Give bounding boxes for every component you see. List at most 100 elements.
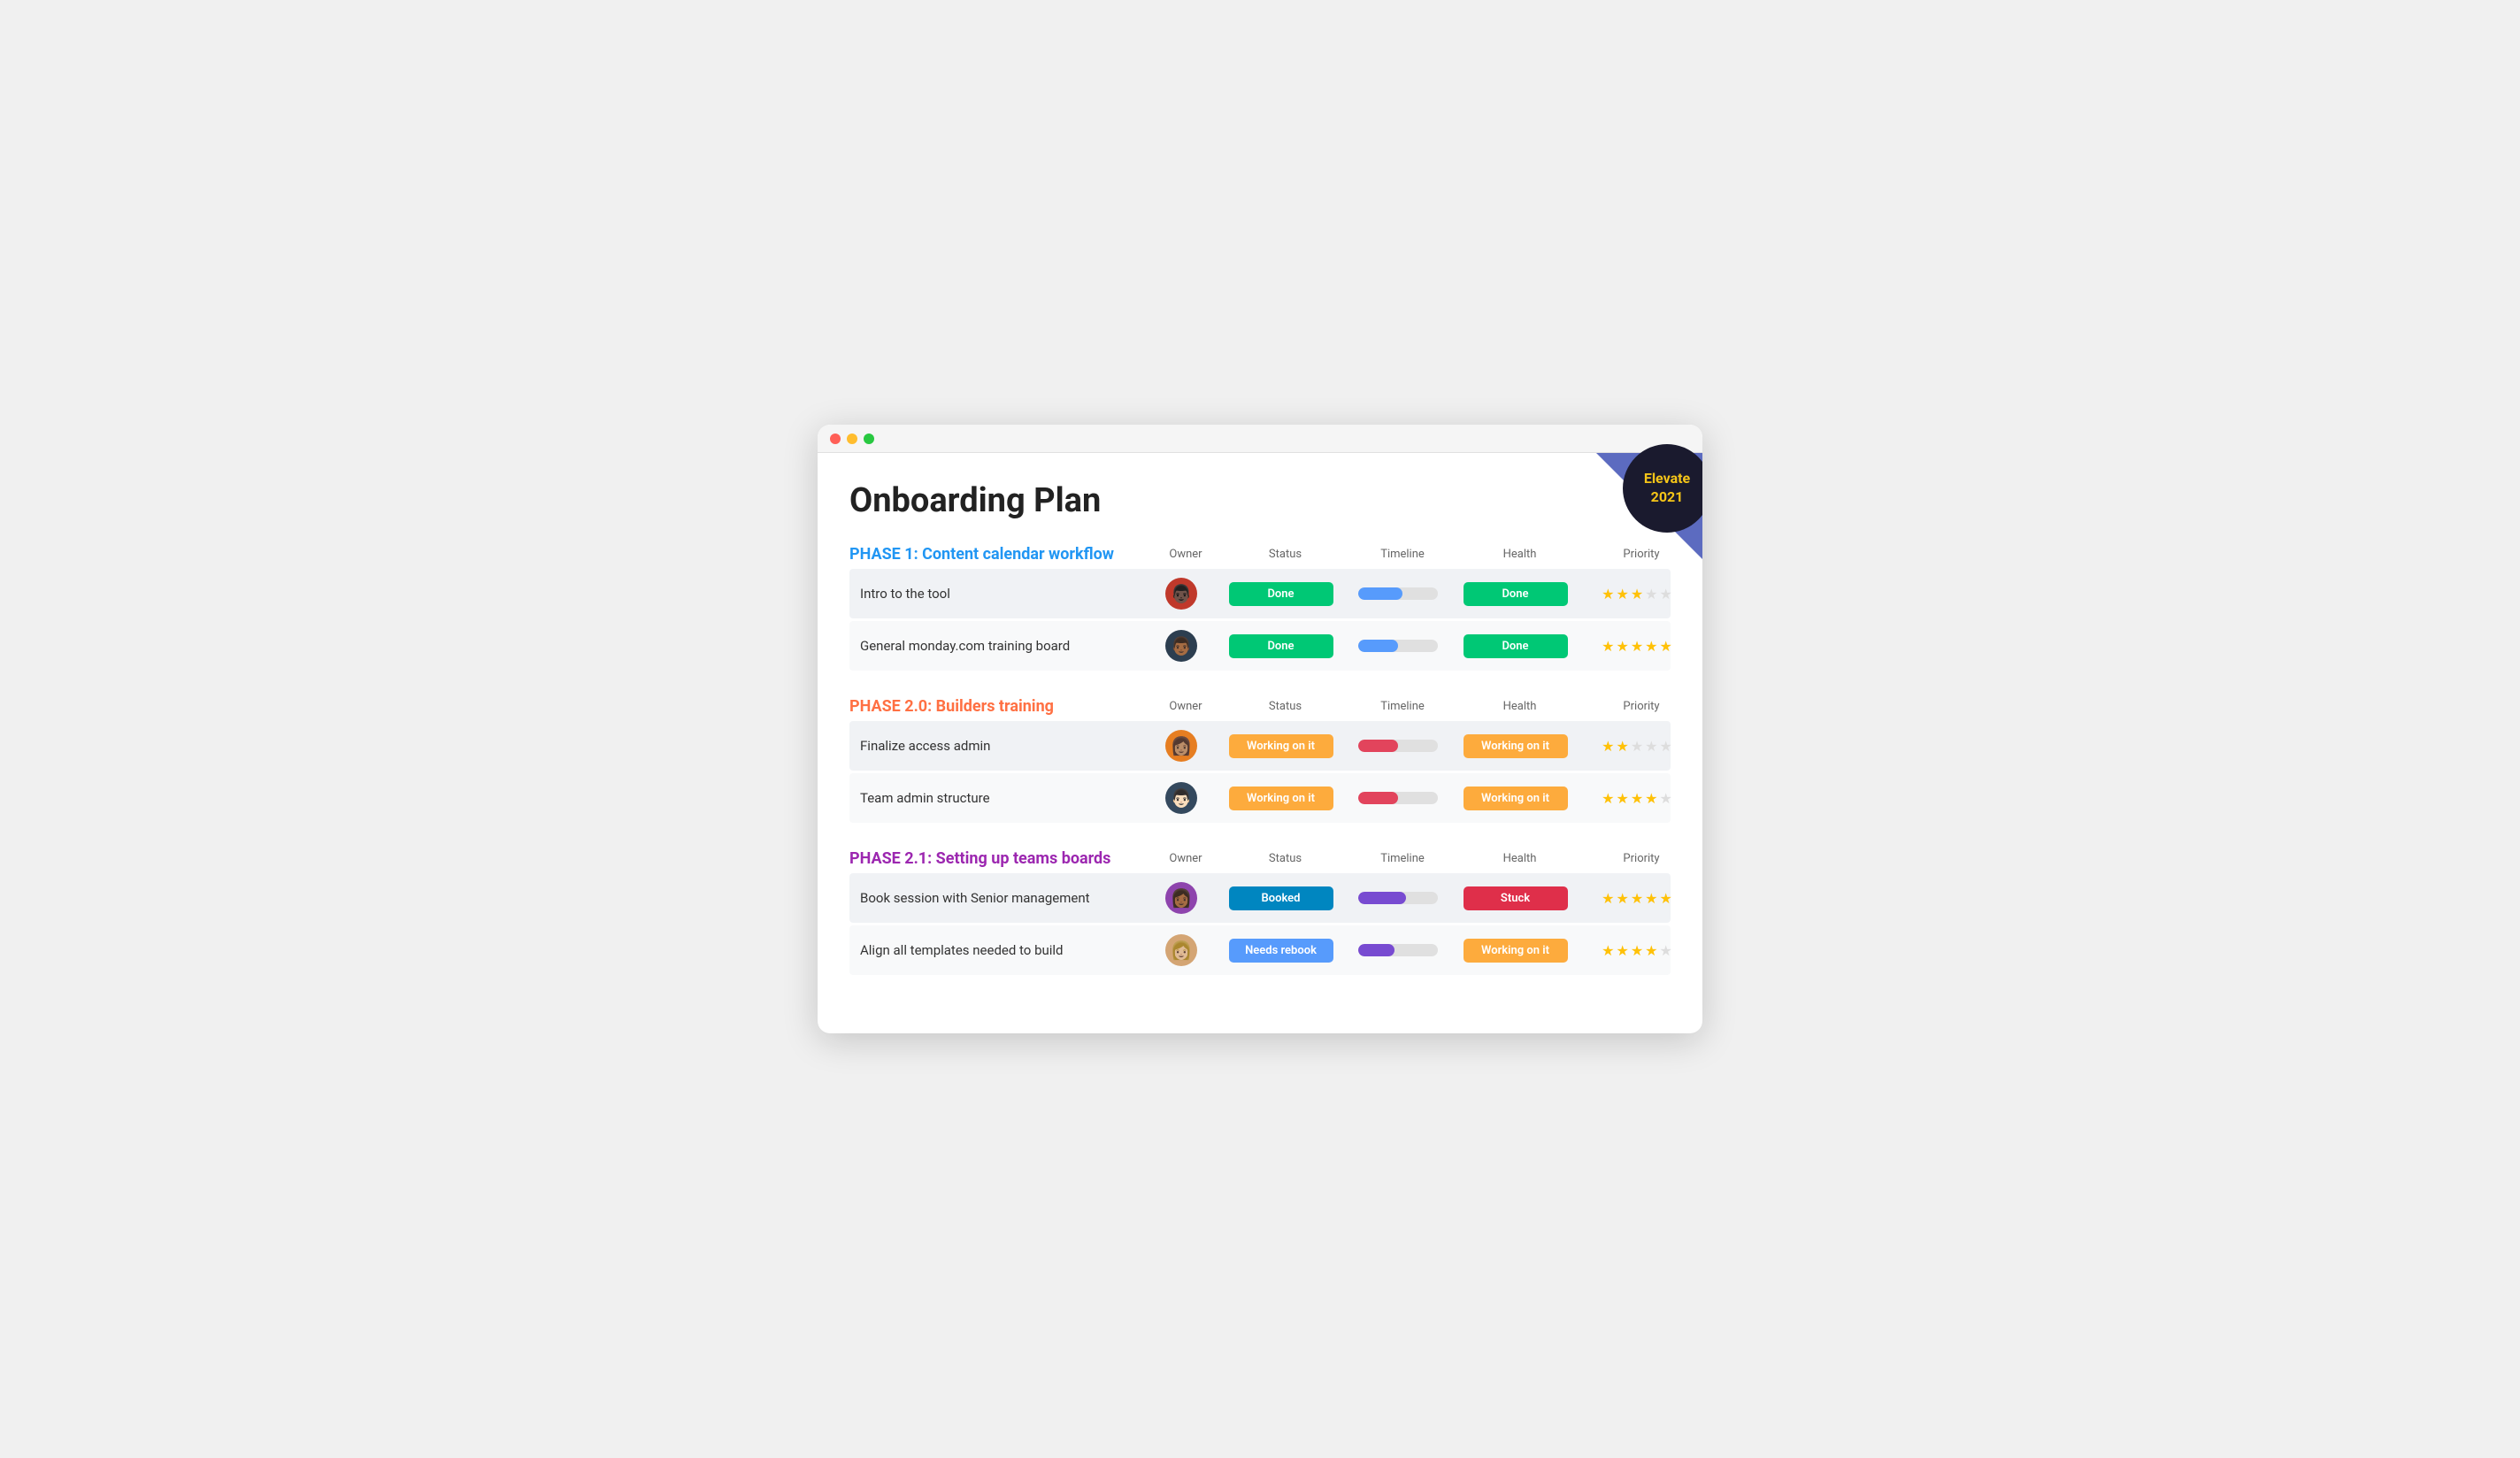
star-4: ★ — [1645, 638, 1657, 655]
cell-owner: 👩🏽 — [1146, 730, 1217, 762]
cell-health[interactable]: Working on it — [1451, 734, 1579, 758]
status-badge[interactable]: Working on it — [1229, 787, 1333, 810]
task-row[interactable]: Align all templates needed to build 👩🏼 N… — [849, 925, 1671, 975]
star-3: ★ — [1631, 586, 1643, 602]
avatar-icon: 👨🏾 — [1171, 635, 1193, 656]
health-badge[interactable]: Done — [1464, 634, 1568, 658]
health-badge[interactable]: Working on it — [1464, 787, 1568, 810]
stars: ★ ★ ★ ★ ★ — [1602, 586, 1672, 602]
task-cells: 👩🏾 Booked Stuck — [1146, 882, 1702, 914]
cell-priority: ★ ★ ★ ★ ★ — [1579, 890, 1694, 907]
timeline-bar — [1358, 792, 1438, 804]
col-header-priority-1: Priority — [1584, 548, 1699, 561]
status-badge[interactable]: Done — [1229, 582, 1333, 606]
cell-timeline — [1345, 640, 1451, 652]
star-1: ★ — [1602, 586, 1614, 602]
status-badge[interactable]: Done — [1229, 634, 1333, 658]
health-badge[interactable]: Working on it — [1464, 939, 1568, 963]
star-4: ★ — [1645, 586, 1657, 602]
phase-2-col-headers: Owner Status Timeline Health Priority — [1150, 700, 1702, 713]
star-2: ★ — [1616, 638, 1628, 655]
task-cells: 👨🏿 Done Done — [1146, 578, 1702, 610]
star-3: ★ — [1631, 942, 1643, 959]
star-2: ★ — [1616, 790, 1628, 807]
cell-priority: ★ ★ ★ ★ ★ — [1579, 942, 1694, 959]
cell-owner: 👩🏾 — [1146, 882, 1217, 914]
status-badge[interactable]: Booked — [1229, 886, 1333, 910]
main-content: Elevate2021 Onboarding Plan PHASE 1: Con… — [818, 453, 1702, 1033]
cell-status[interactable]: Done — [1217, 582, 1345, 606]
task-name: Intro to the tool — [849, 577, 1146, 610]
phase-21-header-row: PHASE 2.1: Setting up teams boards Owner… — [849, 849, 1671, 868]
task-row[interactable]: General monday.com training board 👨🏾 Don… — [849, 621, 1671, 671]
star-4: ★ — [1645, 790, 1657, 807]
cell-status[interactable]: Working on it — [1217, 734, 1345, 758]
cell-timeline — [1345, 792, 1451, 804]
timeline-fill — [1358, 587, 1402, 600]
timeline-bar — [1358, 892, 1438, 904]
health-badge[interactable]: Done — [1464, 582, 1568, 606]
cell-status[interactable]: Booked — [1217, 886, 1345, 910]
titlebar — [818, 425, 1702, 453]
star-4: ★ — [1645, 942, 1657, 959]
stars: ★ ★ ★ ★ ★ — [1602, 890, 1672, 907]
cell-health[interactable]: Working on it — [1451, 787, 1579, 810]
cell-status[interactable]: Done — [1217, 634, 1345, 658]
avatar: 👨🏿 — [1165, 578, 1197, 610]
phase-21-col-headers: Owner Status Timeline Health Priority — [1150, 852, 1702, 865]
avatar: 👩🏽 — [1165, 730, 1197, 762]
star-3: ★ — [1631, 738, 1643, 755]
task-row[interactable]: Book session with Senior management 👩🏾 B… — [849, 873, 1671, 923]
col-header-owner-2: Owner — [1150, 700, 1221, 713]
star-2: ★ — [1616, 738, 1628, 755]
col-header-status-2: Status — [1221, 700, 1349, 713]
timeline-bar — [1358, 944, 1438, 956]
close-dot[interactable] — [830, 434, 841, 444]
star-4: ★ — [1645, 738, 1657, 755]
task-cells: 👩🏼 Needs rebook Working on it — [1146, 934, 1702, 966]
avatar: 👨🏻 — [1165, 782, 1197, 814]
stars: ★ ★ ★ ★ ★ — [1602, 790, 1672, 807]
avatar-icon: 👨🏿 — [1171, 583, 1193, 604]
cell-health[interactable]: Stuck — [1451, 886, 1579, 910]
cell-health[interactable]: Working on it — [1451, 939, 1579, 963]
star-1: ★ — [1602, 638, 1614, 655]
task-row[interactable]: Finalize access admin 👩🏽 Working on it — [849, 721, 1671, 771]
phase-1-title: PHASE 1: Content calendar workflow — [849, 545, 1150, 564]
star-2: ★ — [1616, 890, 1628, 907]
timeline-bar — [1358, 587, 1438, 600]
avatar-icon: 👨🏻 — [1171, 787, 1193, 809]
minimize-dot[interactable] — [847, 434, 857, 444]
cell-status[interactable]: Working on it — [1217, 787, 1345, 810]
health-badge[interactable]: Working on it — [1464, 734, 1568, 758]
cell-timeline — [1345, 892, 1451, 904]
star-5: ★ — [1660, 942, 1672, 959]
task-name: Align all templates needed to build — [849, 933, 1146, 967]
phase-2-section: PHASE 2.0: Builders training Owner Statu… — [849, 697, 1671, 823]
health-badge[interactable]: Stuck — [1464, 886, 1568, 910]
task-row[interactable]: Intro to the tool 👨🏿 Done — [849, 569, 1671, 618]
timeline-fill — [1358, 640, 1398, 652]
col-header-status-1: Status — [1221, 548, 1349, 561]
task-name: Team admin structure — [849, 781, 1146, 815]
cell-health[interactable]: Done — [1451, 582, 1579, 606]
phase-1-section: PHASE 1: Content calendar workflow Owner… — [849, 545, 1671, 671]
timeline-fill — [1358, 740, 1398, 752]
task-row[interactable]: Team admin structure 👨🏻 Working on it — [849, 773, 1671, 823]
timeline-fill — [1358, 944, 1394, 956]
task-name: Finalize access admin — [849, 729, 1146, 763]
phase-1-header-row: PHASE 1: Content calendar workflow Owner… — [849, 545, 1671, 564]
timeline-bar — [1358, 640, 1438, 652]
cell-health[interactable]: Done — [1451, 634, 1579, 658]
task-cells: 👩🏽 Working on it Working on it — [1146, 730, 1702, 762]
col-header-owner-1: Owner — [1150, 548, 1221, 561]
expand-dot[interactable] — [864, 434, 874, 444]
col-header-timeline-1: Timeline — [1349, 548, 1456, 561]
status-badge[interactable]: Needs rebook — [1229, 939, 1333, 963]
status-badge[interactable]: Working on it — [1229, 734, 1333, 758]
cell-status[interactable]: Needs rebook — [1217, 939, 1345, 963]
cell-priority: ★ ★ ★ ★ ★ — [1579, 638, 1694, 655]
cell-priority: ★ ★ ★ ★ ★ — [1579, 790, 1694, 807]
cell-priority: ★ ★ ★ ★ ★ — [1579, 586, 1694, 602]
col-header-health-2: Health — [1456, 700, 1584, 713]
